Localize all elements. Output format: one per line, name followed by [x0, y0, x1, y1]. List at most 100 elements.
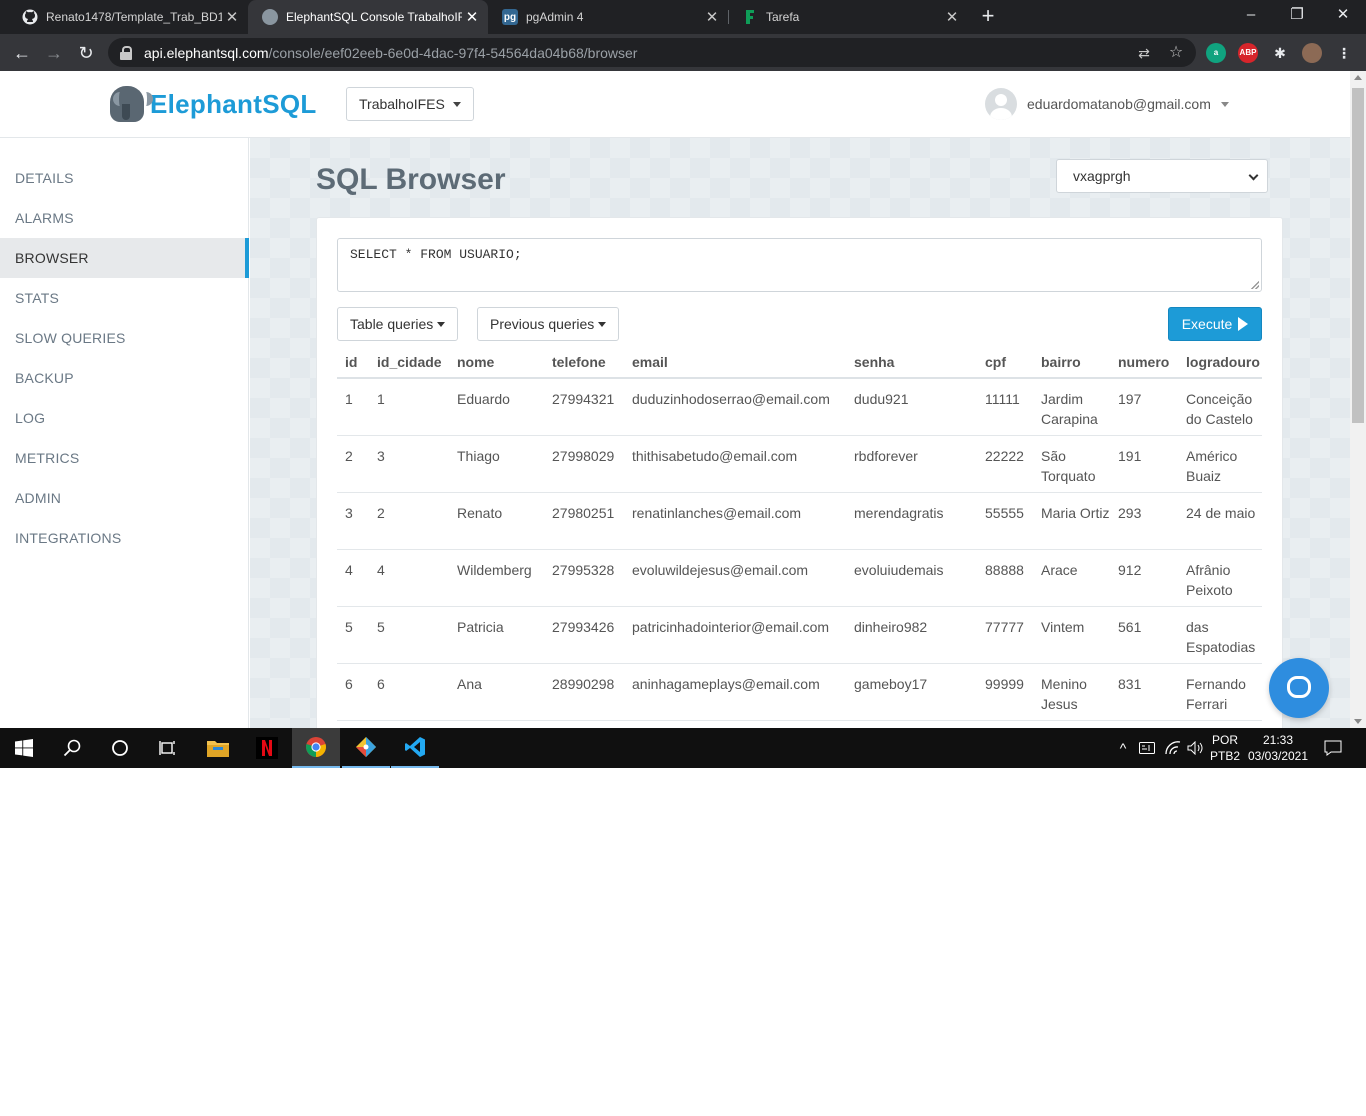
table-row: 4 4 Wildemberg 27995328 evoluwildejesus@emai…	[337, 549, 1262, 607]
cortana-icon[interactable]	[96, 728, 144, 768]
table-cell-telefone: 28990298	[544, 663, 624, 721]
amazon-assistant-icon[interactable]: a	[1206, 43, 1226, 63]
instance-dropdown[interactable]: TrabalhoIFES	[346, 87, 474, 121]
execute-button[interactable]: Execute	[1168, 307, 1262, 341]
sidebar-item-slow-queries[interactable]: SLOW QUERIES	[0, 318, 249, 358]
table-row: 3 2 Renato 27980251 renatinlanches@email.com…	[337, 492, 1262, 550]
profile-avatar-icon[interactable]	[1302, 43, 1322, 63]
sidebar-item-admin[interactable]: ADMIN	[0, 478, 249, 518]
logo-text: ElephantSQL	[150, 88, 317, 119]
table-cell-numero: 831	[1110, 663, 1178, 721]
input-method-icon[interactable]	[1136, 728, 1158, 768]
back-icon[interactable]: ←	[8, 39, 36, 67]
close-tab-icon[interactable]: ✕	[942, 8, 962, 26]
table-cell-cpf: 55555	[977, 492, 1033, 550]
table-cell-id: 6	[337, 663, 369, 721]
elephant-icon	[262, 9, 278, 25]
sidebar-item-log[interactable]: LOG	[0, 398, 249, 438]
caret-down-icon	[452, 101, 461, 107]
clock[interactable]: 21:33 03/03/2021	[1246, 732, 1310, 764]
forward-icon[interactable]: →	[40, 39, 68, 67]
search-icon[interactable]	[48, 728, 96, 768]
browser-tab-pgadmin[interactable]: pg pgAdmin 4 ✕	[488, 0, 728, 34]
table-cell-email: evoluwildejesus@email.com	[624, 549, 846, 607]
bookmark-star-icon[interactable]: ☆	[1166, 43, 1186, 63]
chat-icon	[1287, 676, 1311, 698]
table-cell-numero: 293	[1110, 492, 1178, 550]
netflix-icon[interactable]	[243, 728, 291, 768]
table-cell-telefone: 27995328	[544, 549, 624, 607]
table-queries-dropdown[interactable]: Table queries	[337, 307, 459, 341]
scroll-up-icon[interactable]	[1354, 75, 1362, 80]
database-select[interactable]: vxagprgh	[1056, 159, 1268, 193]
reload-icon[interactable]: ↻	[72, 39, 100, 67]
volume-icon[interactable]	[1186, 728, 1204, 768]
window-close-icon[interactable]: ✕	[1320, 0, 1366, 32]
scrollbar-thumb[interactable]	[1352, 88, 1364, 423]
app-header: ElephantSQL TrabalhoIFES eduardomatanob@…	[0, 71, 1350, 138]
page-scrollbar[interactable]	[1350, 71, 1366, 728]
table-cell-logradouro: Fernando Ferrari	[1178, 663, 1262, 721]
sidebar-item-backup[interactable]: BACKUP	[0, 358, 249, 398]
new-tab-button[interactable]: +	[976, 4, 1000, 30]
minimize-icon[interactable]: –	[1228, 0, 1274, 32]
table-cell-cpf: 77777	[977, 606, 1033, 664]
sidebar-item-browser[interactable]: BROWSER	[0, 238, 249, 278]
table-cell-logradouro: das Espatodias	[1178, 606, 1262, 664]
vscode-icon[interactable]	[391, 728, 439, 768]
resize-grip-icon[interactable]	[1251, 281, 1259, 289]
support-chat-button[interactable]	[1269, 658, 1329, 718]
browser-toolbar: ← → ↻ api.elephantsql.com/console/eef02e…	[0, 34, 1366, 71]
close-tab-icon[interactable]: ✕	[702, 8, 722, 26]
browser-tab-tarefa[interactable]: Tarefa ✕	[728, 0, 968, 34]
table-cell-nome: Patricia	[449, 606, 544, 664]
windows-start-icon[interactable]	[0, 728, 48, 768]
column-header: senha	[846, 347, 977, 379]
table-cell-telefone: 27994321	[544, 378, 624, 436]
sidebar-item-stats[interactable]: STATS	[0, 278, 249, 318]
action-center-icon[interactable]	[1318, 728, 1348, 768]
column-header: cpf	[977, 347, 1033, 379]
browser-tab-github[interactable]: Renato1478/Template_Trab_BD1_ ✕	[8, 0, 248, 34]
table-cell-id-cidade: 4	[369, 549, 449, 607]
sidebar-item-alarms[interactable]: ALARMS	[0, 198, 249, 238]
browser-menu-icon[interactable]: ⋮	[1334, 43, 1354, 63]
table-cell-id: 2	[337, 435, 369, 493]
adblock-plus-icon[interactable]: ABP	[1238, 43, 1258, 63]
github-icon	[22, 9, 38, 25]
table-header-row: id id_cidade nome telefone email senha c…	[337, 347, 1262, 379]
clock-date: 03/03/2021	[1247, 749, 1309, 763]
sidebar-item-details[interactable]: DETAILS	[0, 158, 249, 198]
task-view-icon[interactable]	[144, 728, 192, 768]
address-bar[interactable]: api.elephantsql.com/console/eef02eeb-6e0…	[108, 38, 1196, 67]
table-cell-telefone: 27993426	[544, 606, 624, 664]
close-tab-icon[interactable]: ✕	[462, 8, 482, 26]
windows-taskbar: ^ POR PTB2 21:33 03/03/2021	[0, 728, 1366, 768]
scroll-down-icon[interactable]	[1354, 719, 1362, 724]
column-header: email	[624, 347, 846, 379]
translate-icon[interactable]: ⇄	[1134, 43, 1154, 63]
previous-queries-dropdown[interactable]: Previous queries	[477, 307, 620, 341]
show-hidden-icons-icon[interactable]: ^	[1114, 728, 1132, 768]
chrome-icon[interactable]	[292, 728, 340, 768]
file-explorer-icon[interactable]	[194, 728, 242, 768]
table-row: 5 5 Patricia 27993426 patricinhadointerior@e…	[337, 606, 1262, 664]
network-icon[interactable]	[1162, 728, 1184, 768]
play-icon	[1238, 317, 1249, 331]
sql-query-input[interactable]: SELECT * FROM USUARIO;	[337, 238, 1262, 292]
table-cell-bairro: Menino Jesus	[1033, 663, 1110, 721]
git-icon[interactable]	[342, 728, 390, 768]
extensions-puzzle-icon[interactable]: ✱	[1270, 43, 1290, 63]
table-cell-id: 3	[337, 492, 369, 550]
elephantsql-logo[interactable]: ElephantSQL	[110, 86, 317, 122]
user-menu[interactable]: eduardomatanob@gmail.com	[985, 88, 1229, 120]
table-cell-telefone: 27998029	[544, 435, 624, 493]
sidebar-nav: DETAILS ALARMS BROWSER STATS SLOW QUERIE…	[0, 138, 249, 728]
close-tab-icon[interactable]: ✕	[222, 8, 242, 26]
sidebar-item-metrics[interactable]: METRICS	[0, 438, 249, 478]
sidebar-item-integrations[interactable]: INTEGRATIONS	[0, 518, 249, 558]
input-language[interactable]: POR PTB2	[1208, 732, 1242, 764]
restore-icon[interactable]: ❐	[1274, 0, 1320, 32]
browser-tab-elephantsql[interactable]: ElephantSQL Console TrabalhoIFES ✕	[248, 0, 488, 34]
instance-name: TrabalhoIFES	[359, 96, 445, 112]
